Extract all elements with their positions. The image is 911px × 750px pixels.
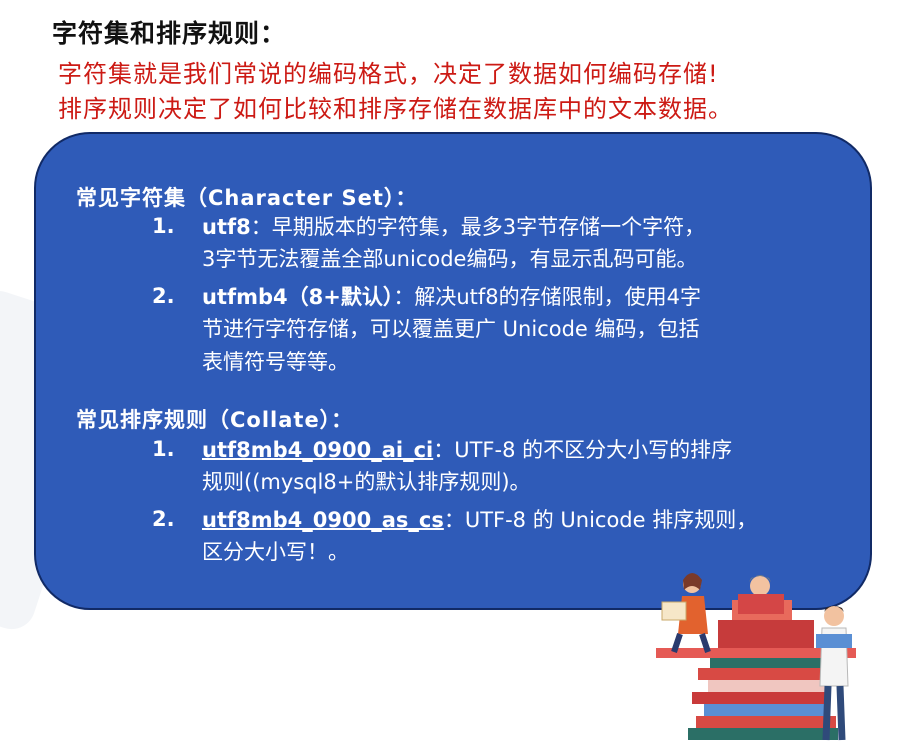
charset-heading: 常见字符集（Character Set）： (76, 186, 418, 210)
item-line: utf8mb4_0900_ai_ci：UTF-8 的不区分大小写的排序 (202, 435, 732, 465)
item-name: utf8 (202, 215, 251, 239)
item-line: utf8：早期版本的字符集，最多3字节存储一个字符， (202, 212, 705, 242)
item-name: utf8mb4_0900_as_cs (202, 508, 444, 532)
page-title: 字符集和排序规则： (52, 19, 287, 48)
item-line: 表情符号等等。 (202, 350, 349, 374)
item-text: ：早期版本的字符集，最多3字节存储一个字符， (250, 215, 706, 239)
item-line: 3字节无法覆盖全部unicode编码，有显示乱码可能。 (202, 247, 698, 271)
item-text: ：UTF-8 的不区分大小写的排序 (433, 438, 733, 462)
intro-line-1: 字符集就是我们常说的编码格式，决定了数据如何编码存储! (58, 60, 719, 88)
item-text: ：UTF-8 的 Unicode 排序规则， (443, 508, 758, 532)
reader-head (824, 606, 844, 626)
item-name: utfmb4（8+默认） (202, 285, 394, 309)
reading-people-books-illustration (656, 573, 856, 741)
book (688, 728, 838, 740)
item-text: ：解决utf8的存储限制，使用4字 (393, 285, 702, 309)
item-number: 2. (152, 507, 175, 531)
intro-line-2: 排序规则决定了如何比较和排序存储在数据库中的文本数据。 (58, 95, 733, 123)
item-line: utf8mb4_0900_as_cs：UTF-8 的 Unicode 排序规则， (202, 505, 757, 535)
item-number: 1. (152, 437, 175, 461)
book (708, 680, 826, 692)
collate-heading: 常见排序规则（Collate）： (76, 408, 354, 432)
item-line: utfmb4（8+默认）：解决utf8的存储限制，使用4字 (202, 282, 701, 312)
book (692, 692, 828, 704)
open-book (661, 601, 687, 621)
item-number: 2. (152, 284, 175, 308)
book (696, 716, 836, 728)
item-number: 1. (152, 214, 175, 238)
item-name: utf8mb4_0900_ai_ci (202, 438, 434, 462)
open-book (738, 594, 784, 614)
book (704, 704, 824, 716)
item-line: 规则((mysql8+的默认排序规则)。 (202, 470, 531, 494)
open-book (816, 634, 852, 648)
reader-head (750, 576, 770, 596)
info-card: 常见字符集（Character Set）： 1. utf8：早期版本的字符集，最… (34, 132, 872, 610)
book (698, 668, 832, 680)
item-line: 区分大小写！。 (202, 540, 349, 564)
item-line: 节进行字符存储，可以覆盖更广 Unicode 编码，包括 (202, 317, 700, 341)
book (718, 620, 814, 648)
